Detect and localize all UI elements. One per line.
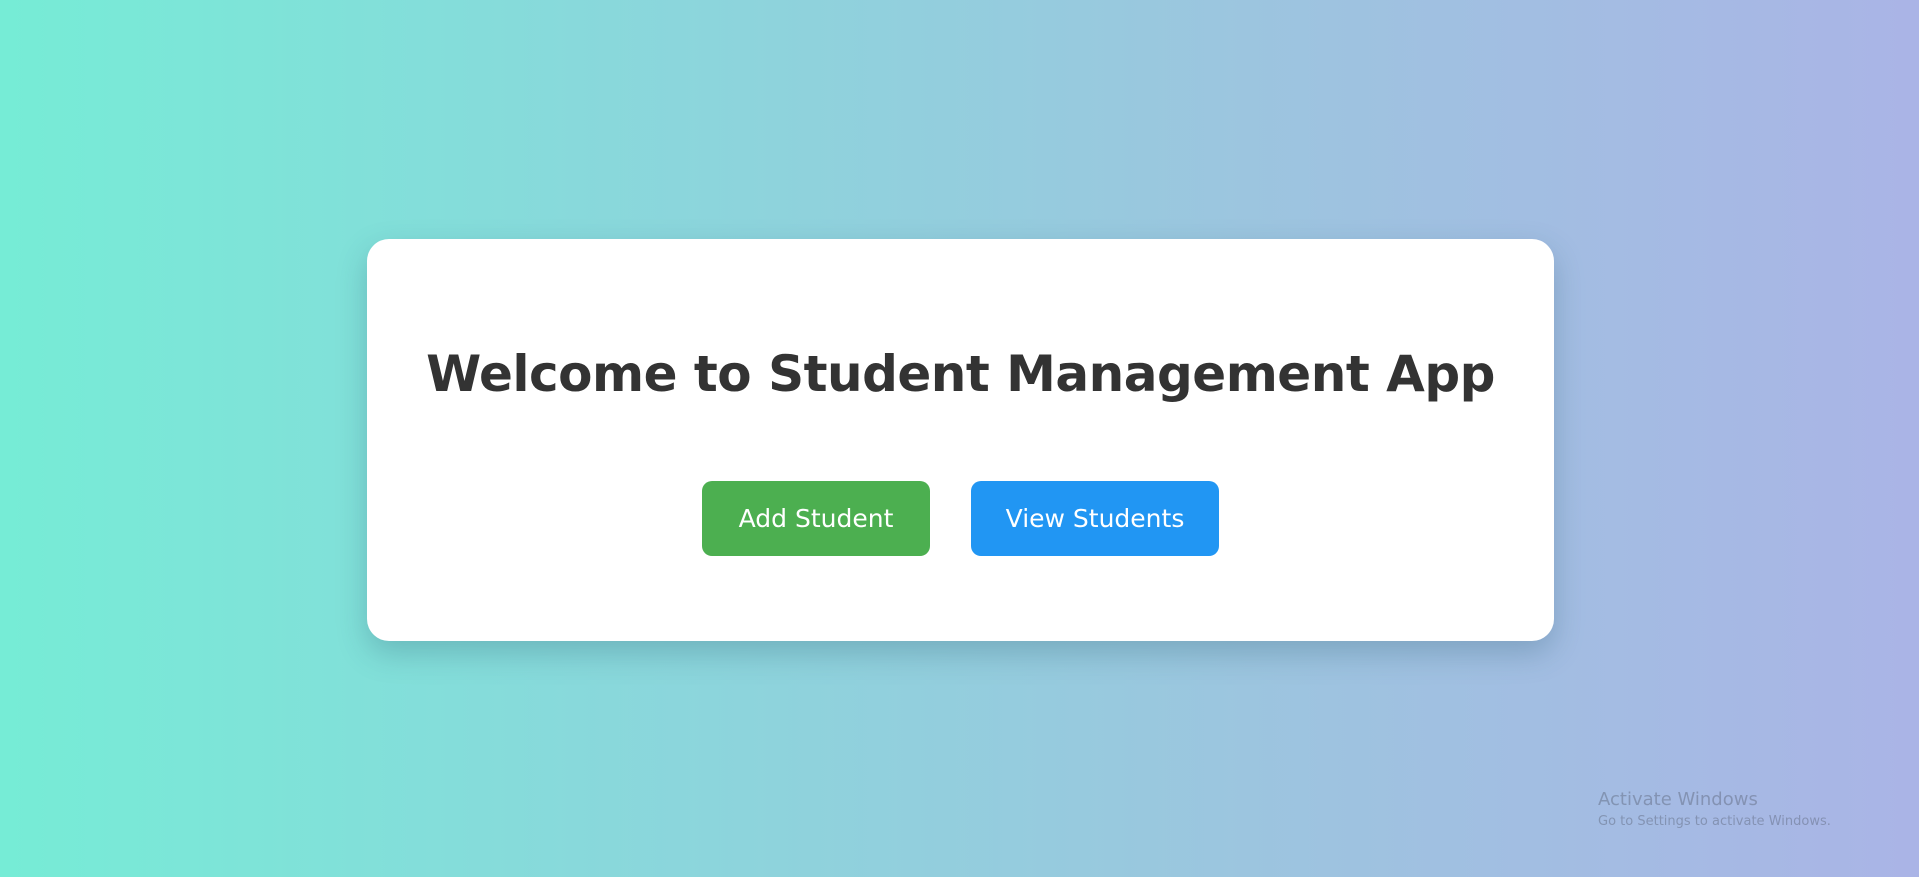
welcome-card: Welcome to Student Management App Add St… xyxy=(367,239,1554,641)
watermark-title: Activate Windows xyxy=(1598,789,1758,810)
view-students-button[interactable]: View Students xyxy=(971,481,1219,556)
page-title: Welcome to Student Management App xyxy=(426,345,1495,403)
watermark-subtitle: Go to Settings to activate Windows. xyxy=(1598,814,1831,829)
add-student-button[interactable]: Add Student xyxy=(702,481,930,556)
windows-activation-watermark: Activate Windows Go to Settings to activ… xyxy=(1598,788,1831,832)
